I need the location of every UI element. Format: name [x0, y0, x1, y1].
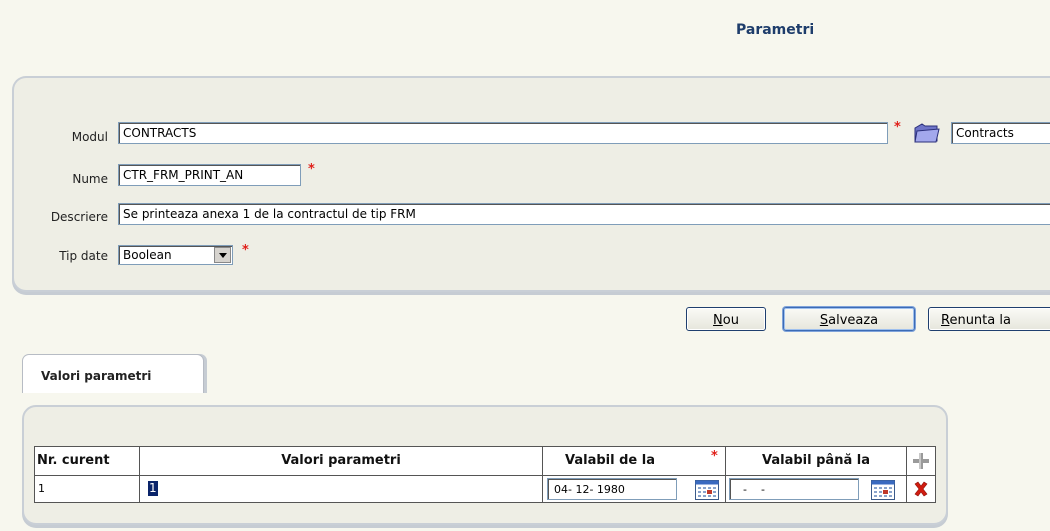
nou-label: ou: [722, 313, 739, 328]
chevron-down-icon[interactable]: [214, 247, 231, 263]
required-marker: *: [308, 162, 315, 177]
table-row-value-cell: 1: [139, 475, 543, 503]
nume-input[interactable]: CTR_FRM_PRINT_AN: [118, 164, 301, 186]
modul-label: Modul: [71, 130, 108, 144]
modul-input[interactable]: CONTRACTS: [118, 122, 888, 144]
required-marker: *: [711, 449, 718, 464]
tip-date-select[interactable]: Boolean: [118, 245, 233, 265]
nume-label: Nume: [72, 172, 108, 186]
page-title: Parametri: [736, 22, 815, 38]
delete-row-cell: [906, 475, 936, 503]
delete-row-icon[interactable]: [913, 481, 929, 497]
tab-valori-parametri[interactable]: Valori parametri: [22, 354, 204, 393]
folder-icon[interactable]: [912, 121, 942, 148]
table-row-value-input[interactable]: 1: [148, 481, 158, 496]
col-nr-curent: Nr. curent: [34, 446, 140, 476]
tab-label: Valori parametri: [41, 369, 152, 383]
salveaza-label: alveaza: [828, 313, 879, 328]
calendar-icon[interactable]: [871, 480, 895, 500]
add-row-cell: [906, 446, 936, 476]
required-marker: *: [894, 120, 901, 135]
col-valabil-de-la: Valabil de la *: [542, 446, 726, 476]
nou-hotkey: N: [713, 313, 723, 328]
tip-date-selected: Boolean: [123, 248, 172, 262]
salveaza-button[interactable]: Salveaza: [783, 307, 915, 331]
valabil-pana-la-input[interactable]: - -: [729, 478, 859, 500]
calendar-icon[interactable]: [695, 480, 719, 500]
renunta-button[interactable]: Renunta la: [928, 307, 1050, 331]
table-row-nr: 1: [34, 475, 140, 503]
add-row-icon[interactable]: [912, 452, 930, 470]
descriere-label: Descriere: [50, 210, 108, 224]
valabil-de-la-input[interactable]: 04- 12- 1980: [547, 478, 677, 500]
salveaza-hotkey: S: [819, 313, 829, 328]
required-marker: *: [242, 243, 249, 258]
renunta-label: enunta la: [949, 313, 1011, 328]
tip-date-label: Tip date: [59, 249, 108, 263]
modul-lookup-field[interactable]: Contracts: [951, 122, 1050, 144]
col-valabil-de-la-label: Valabil de la: [565, 453, 655, 468]
col-valabil-pana-la: Valabil până la: [725, 446, 907, 476]
descriere-input[interactable]: Se printeaza anexa 1 de la contractul de…: [118, 203, 1050, 225]
col-valori-parametri: Valori parametri: [139, 446, 543, 476]
nou-button[interactable]: Nou: [686, 307, 766, 331]
